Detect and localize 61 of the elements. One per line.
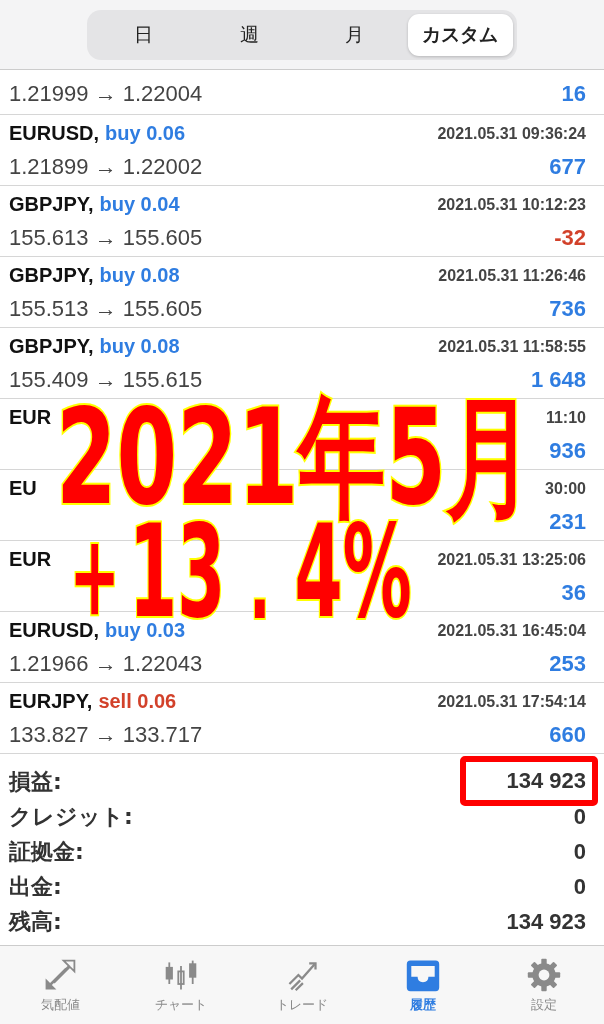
trade-prices: 155.613 → 155.605 xyxy=(9,224,203,251)
trade-title: buy 0.08 xyxy=(99,264,180,287)
trade-title: buy 0.04 xyxy=(99,193,180,216)
summary-label: 出金: xyxy=(9,872,62,901)
summary-value: 134 923 xyxy=(506,908,586,935)
trade-prices: 155.409 → 155.615 xyxy=(9,366,203,393)
settings-icon xyxy=(525,957,562,993)
tab-bar-item[interactable]: チャート xyxy=(120,946,242,1024)
trade-profit: 16 xyxy=(561,80,586,107)
trade-time: 2021.05.31 17:54:14 xyxy=(437,692,586,711)
trade-time: 2021.05.31 13:25:06 xyxy=(437,550,586,569)
trade-profit: 936 xyxy=(549,437,586,464)
trade-title: GBPJPY, xyxy=(9,193,94,216)
summary-label: 損益: xyxy=(9,767,62,796)
period-tab[interactable]: 週 xyxy=(196,13,302,56)
period-tab[interactable]: カスタム xyxy=(407,13,513,56)
trade-profit: -32 xyxy=(554,224,586,251)
trade-title: buy 0.03 xyxy=(105,619,186,642)
trade-profit: 677 xyxy=(549,153,586,180)
summary-label: クレジット: xyxy=(9,802,133,831)
trade-time: 2021.05.31 11:26:46 xyxy=(438,266,586,285)
tab-bar-item[interactable]: 履歴 xyxy=(362,946,484,1024)
trade-title: buy 0.08 xyxy=(99,335,180,358)
trade-prices: 133.827 → 133.717 xyxy=(9,721,203,748)
trade-time: 11:10 xyxy=(545,408,586,427)
trade-time: 2021.05.31 09:36:24 xyxy=(437,124,586,143)
trade-title: GBPJPY, xyxy=(9,335,94,358)
trade-profit: 231 xyxy=(549,508,586,535)
tab-bar-item[interactable]: 設定 xyxy=(483,946,604,1024)
trade-prices: 1.21999 → 1.22004 xyxy=(9,80,203,107)
trade-title: EURUSD, xyxy=(9,122,99,145)
trade-prices: 1.21966 → 1.22043 xyxy=(9,650,203,677)
trade-profit: 36 xyxy=(561,579,586,606)
summary-value: 0 xyxy=(573,838,586,865)
summary-value: 0 xyxy=(573,803,586,830)
trade-title: EUR xyxy=(9,406,52,429)
period-tab[interactable]: 月 xyxy=(302,13,408,56)
trade-profit: 736 xyxy=(549,295,586,322)
tab-bar-item[interactable]: トレード xyxy=(241,946,363,1024)
trade-time: 2021.05.31 11:58:55 xyxy=(438,337,586,356)
trade-time: 30:00 xyxy=(545,479,586,498)
trade-time: 2021.05.31 10:12:23 xyxy=(437,195,586,214)
trade-title: sell 0.06 xyxy=(98,690,177,713)
tab-bar-item[interactable]: 気配値 xyxy=(0,946,121,1024)
trade-prices: 1.21899 → 1.22002 xyxy=(9,153,203,180)
trade-title: EU xyxy=(9,477,37,500)
trade-title: EUR xyxy=(9,548,52,571)
summary-label: 証拠金: xyxy=(9,837,84,866)
trade-time: 2021.05.31 16:45:04 xyxy=(437,621,586,640)
trade-title: GBPJPY, xyxy=(9,264,94,287)
summary-value: 0 xyxy=(573,873,586,900)
summary-value: 134 923 xyxy=(460,755,598,806)
trade-profit: 253 xyxy=(549,650,586,677)
trade-profit: 1 648 xyxy=(530,366,586,393)
trade-title: buy 0.06 xyxy=(105,122,186,145)
trade-prices: 155.513 → 155.605 xyxy=(9,295,203,322)
period-tab[interactable]: 日 xyxy=(91,13,197,56)
summary-label: 残高: xyxy=(9,907,62,936)
trade-title: EURUSD, xyxy=(9,619,99,642)
trade-profit: 660 xyxy=(549,721,586,748)
trade-title: EURJPY, xyxy=(9,690,93,713)
